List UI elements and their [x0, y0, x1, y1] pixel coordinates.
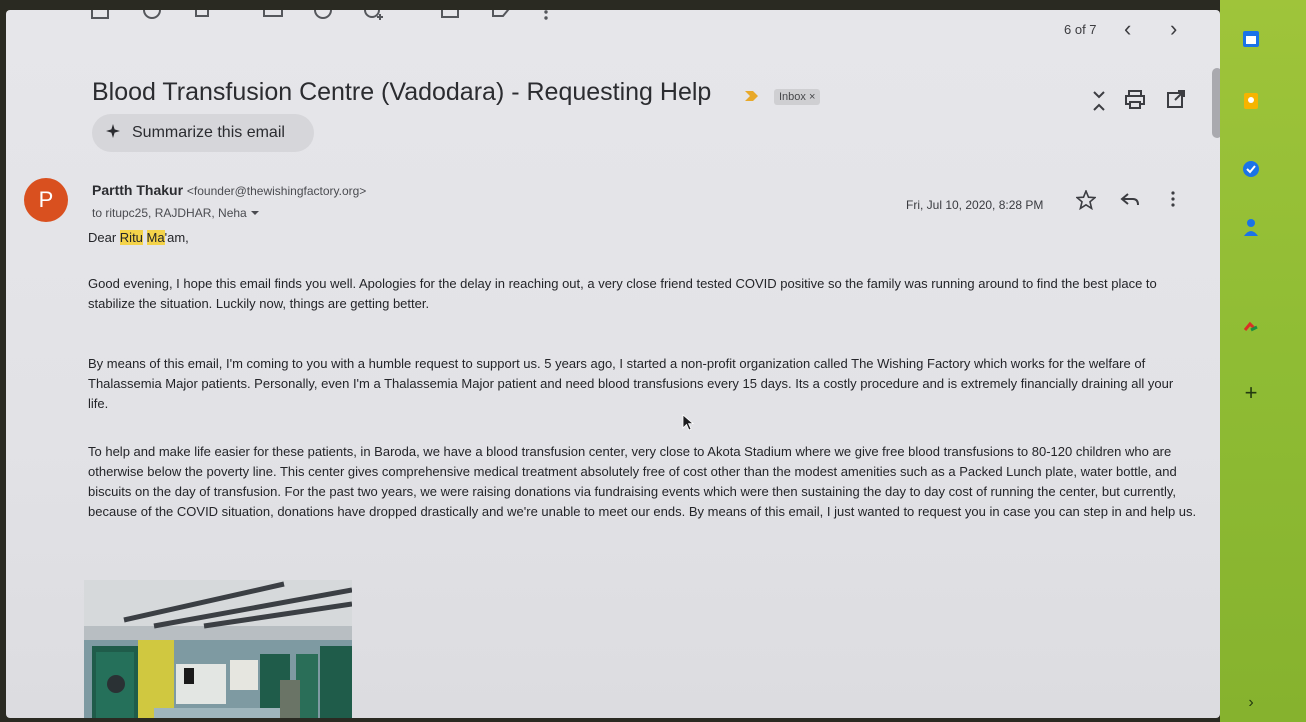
greeting-suffix: 'am, [164, 230, 189, 245]
star-icon[interactable] [1074, 188, 1098, 215]
more-actions-icon[interactable] [542, 10, 550, 27]
more-options-icon[interactable] [1170, 190, 1176, 213]
move-to-icon[interactable] [440, 10, 460, 25]
inbox-label-chip[interactable]: Inbox × [774, 89, 821, 105]
calendar-icon[interactable] [1240, 28, 1262, 50]
search-highlight: Ma [146, 230, 165, 245]
important-marker-icon[interactable] [744, 89, 760, 105]
body-paragraph-2: By means of this email, I'm coming to yo… [88, 356, 1174, 411]
print-icon[interactable] [1124, 90, 1146, 115]
email-date: Fri, Jul 10, 2020, 8:28 PM [906, 198, 1044, 212]
older-button[interactable]: › [1170, 16, 1177, 42]
recipients-line[interactable]: to ritupc25, RAJDHAR, Neha [92, 206, 260, 220]
scrollbar-thumb[interactable] [1212, 68, 1220, 138]
delete-icon[interactable] [192, 10, 212, 25]
greeting: Dear Ritu Ma'am, [88, 228, 189, 248]
summarize-email-button[interactable]: Summarize this email [92, 114, 314, 152]
email-subject: Blood Transfusion Centre (Vadodara) - Re… [92, 78, 712, 106]
body-paragraph-3: To help and make life easier for these p… [88, 444, 1197, 519]
gmail-window: 6 of 7 ‹ › Blood Transfusion Centre (Vad… [6, 10, 1220, 718]
contacts-icon[interactable] [1240, 216, 1262, 238]
tasks-icon[interactable] [1240, 158, 1262, 180]
addon-icon[interactable] [1240, 318, 1262, 340]
recipients-text: to ritupc25, RAJDHAR, Neha [92, 206, 247, 220]
sender-line: Partth Thakur <founder@thewishingfactory… [92, 182, 366, 198]
snooze-icon[interactable] [312, 10, 334, 27]
sparkle-icon [106, 123, 120, 143]
mark-unread-icon[interactable] [262, 10, 284, 25]
label-icon[interactable] [490, 10, 510, 25]
body-paragraph-1: Good evening, I hope this email finds yo… [88, 276, 1157, 311]
center-photo[interactable] [84, 580, 352, 718]
sender-avatar[interactable]: P [24, 178, 68, 222]
message-counter: 6 of 7 [1064, 22, 1097, 37]
collapse-all-icon[interactable] [1090, 90, 1108, 117]
keep-icon[interactable] [1240, 90, 1262, 112]
add-task-icon[interactable] [362, 10, 386, 27]
sender-name[interactable]: Partth Thakur [92, 182, 183, 198]
expand-panel-button[interactable]: › [1240, 692, 1262, 714]
mouse-cursor-icon [682, 414, 695, 437]
sender-email: <founder@thewishingfactory.org> [186, 184, 367, 198]
report-spam-icon[interactable] [142, 10, 162, 25]
show-details-icon[interactable] [250, 206, 260, 220]
summarize-label: Summarize this email [132, 124, 285, 141]
archive-icon[interactable] [90, 10, 110, 25]
open-in-new-window-icon[interactable] [1166, 90, 1186, 115]
greeting-prefix: Dear [88, 230, 120, 245]
reply-icon[interactable] [1120, 192, 1140, 213]
newer-button[interactable]: ‹ [1124, 16, 1131, 42]
search-highlight: Ritu [119, 230, 143, 245]
side-panel [1220, 0, 1306, 722]
get-addons-button[interactable]: + [1240, 380, 1262, 405]
greeting-space [143, 230, 147, 245]
